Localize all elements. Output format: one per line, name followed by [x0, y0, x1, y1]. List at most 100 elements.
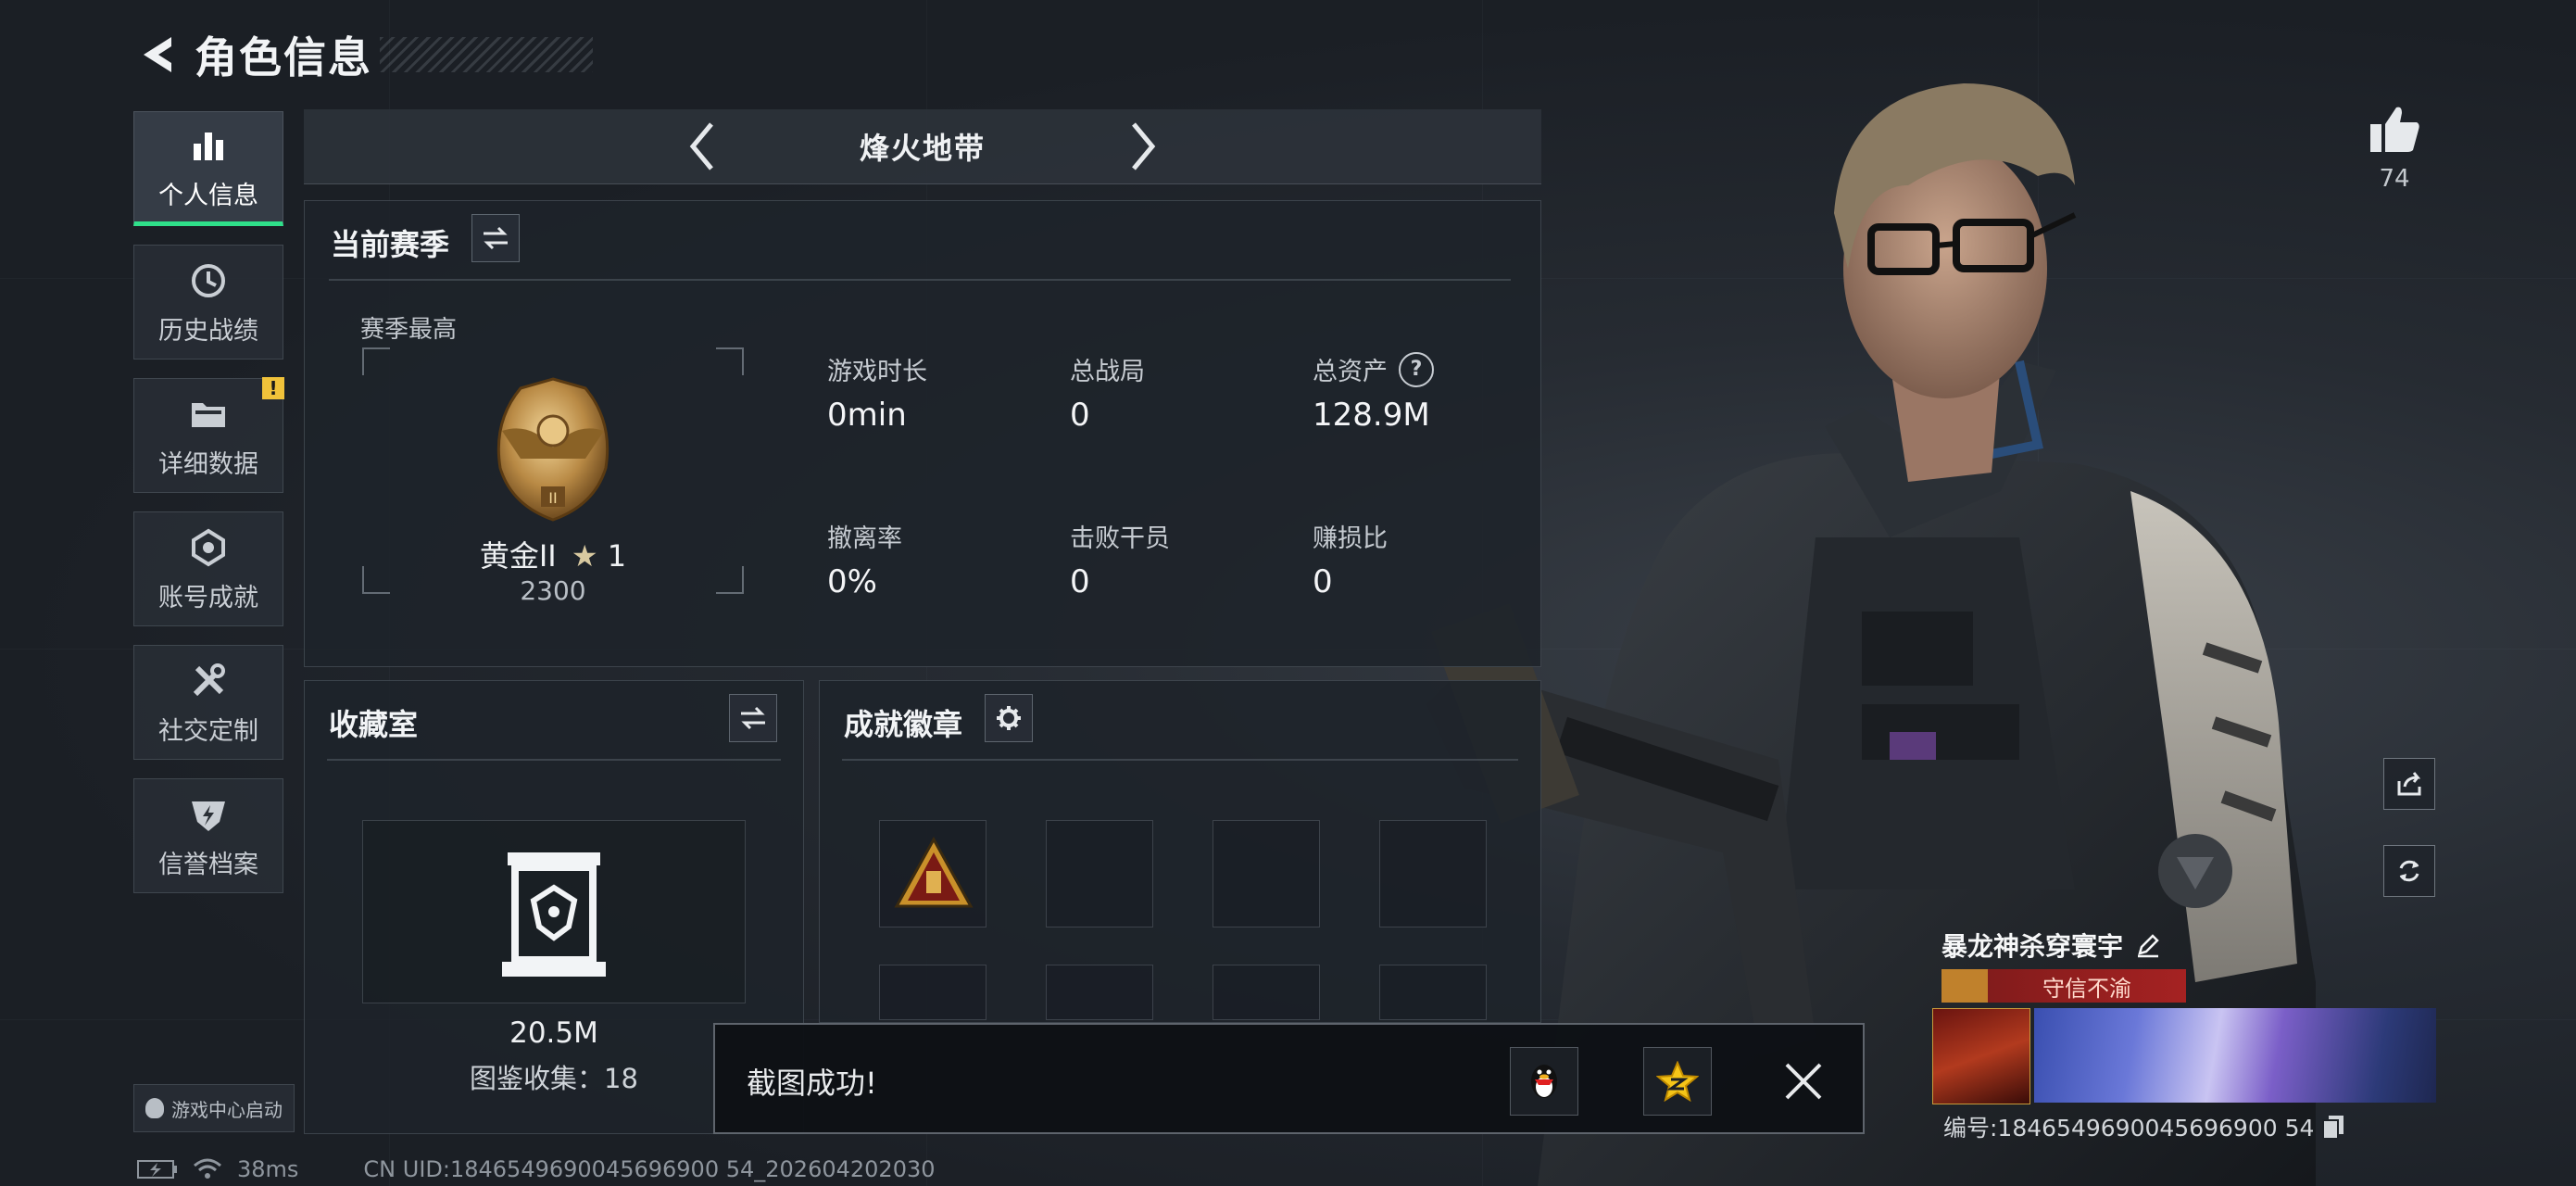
sidebar-item-label: 账号成就	[158, 583, 258, 612]
stat-label: 总战局	[1070, 358, 1145, 386]
svg-text:II: II	[548, 489, 557, 507]
share-qq-button[interactable]	[1510, 1047, 1578, 1116]
share-qzone-button[interactable]	[1643, 1047, 1712, 1116]
sidebar-item-label: 详细数据	[158, 449, 258, 479]
sidebar-item-achievements[interactable]: 账号成就	[133, 511, 283, 626]
chevron-left-icon	[689, 122, 713, 170]
qq-penguin-icon	[1531, 1065, 1557, 1098]
alert-badge: !	[262, 377, 284, 399]
badge-slot[interactable]	[879, 820, 986, 927]
stat-value: 128.9M	[1313, 397, 1430, 434]
badges-panel: 成就徽章	[819, 680, 1541, 1023]
tools-icon	[186, 659, 231, 703]
qzone-star-icon	[1656, 1061, 1699, 1102]
stat-label: 赚损比	[1313, 524, 1388, 553]
clock-history-icon	[186, 259, 231, 303]
star-icon: ★	[571, 538, 598, 574]
back-button[interactable]	[130, 27, 185, 82]
player-banner-card[interactable]	[2034, 1008, 2436, 1103]
player-title-tag[interactable]: 守信不渝	[1941, 969, 2186, 1003]
stat-value: 0%	[827, 563, 877, 600]
badge-slot[interactable]	[1046, 820, 1153, 927]
stat-total-assets: 总资产? 128.9M	[1313, 351, 1516, 434]
rank-name: 黄金II	[479, 538, 557, 574]
qq-penguin-icon	[145, 1098, 164, 1118]
rank-points: 2300	[520, 575, 586, 606]
launch-label: 游戏中心启动	[171, 1098, 283, 1121]
wifi-icon	[194, 1158, 221, 1179]
rank-name-row: 黄金II ★ 1	[362, 533, 744, 575]
gold-rank-emblem-icon: II	[496, 377, 609, 522]
player-id: 编号:1846549690045696900 54	[1943, 1115, 2315, 1142]
stat-total-matches: 总战局 0	[1070, 351, 1274, 434]
season-title: 当前赛季	[331, 227, 450, 262]
swap-arrows-icon	[741, 706, 765, 730]
thumbs-up-icon	[2370, 107, 2419, 152]
badge-slot[interactable]	[1379, 965, 1487, 1020]
mode-next-button[interactable]	[1115, 119, 1171, 174]
title-emblem-icon	[1941, 969, 1988, 1003]
mode-name: 烽火地带	[859, 131, 986, 166]
mode-selector: 烽火地带	[304, 109, 1541, 184]
toast-close-button[interactable]	[1769, 1047, 1838, 1116]
badge-slot[interactable]	[1046, 965, 1153, 1020]
badge-slot[interactable]	[1213, 965, 1320, 1020]
edit-pencil-icon[interactable]	[2134, 931, 2162, 959]
stat-label: 击败干员	[1070, 524, 1170, 553]
collection-switch-button[interactable]	[729, 694, 777, 742]
stat-label: 总资产	[1313, 358, 1388, 386]
season-divider	[329, 279, 1511, 281]
stat-value: 0	[1313, 563, 1333, 600]
gear-icon	[997, 706, 1021, 730]
collection-divider	[327, 759, 781, 761]
sidebar-item-label: 社交定制	[158, 716, 258, 746]
refresh-button[interactable]	[2383, 845, 2435, 897]
stat-operators-defeated: 击败干员 0	[1070, 518, 1274, 600]
badge-slot[interactable]	[879, 965, 986, 1020]
sidebar-item-reputation[interactable]: 信誉档案	[133, 778, 283, 893]
badges-divider	[842, 759, 1518, 761]
stat-value: 0min	[827, 397, 907, 434]
player-emblem-card[interactable]	[1932, 1008, 2030, 1104]
help-icon[interactable]: ?	[1399, 351, 1434, 387]
ping-value: 38ms	[237, 1156, 299, 1182]
season-panel: 当前赛季 赛季最高 II 黄金II ★ 1 2300 游戏时长 0min 总战局…	[304, 200, 1541, 667]
stat-play-time: 游戏时长 0min	[827, 351, 1031, 434]
mode-prev-button[interactable]	[674, 119, 730, 174]
stat-value: 0	[1070, 563, 1090, 600]
stat-extract-rate: 撤离率 0%	[827, 518, 1031, 600]
title-decoration	[380, 37, 593, 72]
sidebar-item-label: 信誉档案	[158, 850, 258, 879]
sidebar-item-details[interactable]: ! 详细数据	[133, 377, 284, 493]
like-button[interactable]: 74	[2362, 104, 2427, 193]
sidebar-item-profile[interactable]: 个人信息	[133, 111, 283, 226]
badge-slot[interactable]	[1379, 820, 1487, 927]
sidebar-item-label: 历史战绩	[158, 316, 258, 346]
badges-title: 成就徽章	[844, 707, 963, 742]
rank-frame: II 黄金II ★ 1 2300	[362, 347, 744, 606]
stat-profit-ratio: 赚损比 0	[1313, 518, 1516, 600]
stat-value: 0	[1070, 397, 1090, 434]
game-center-launch-chip[interactable]: 游戏中心启动	[133, 1084, 295, 1132]
back-arrow-icon	[144, 37, 171, 72]
like-count: 74	[2379, 165, 2410, 193]
player-name-row: 暴龙神杀穿寰宇	[1941, 927, 2162, 964]
bar-chart-icon	[186, 123, 231, 168]
copy-icon[interactable]	[2321, 1114, 2345, 1140]
badge-slot[interactable]	[1213, 820, 1320, 927]
season-switch-button[interactable]	[471, 214, 520, 262]
chevron-right-icon	[1132, 122, 1156, 170]
collection-showcase[interactable]	[362, 820, 746, 1003]
collection-title: 收藏室	[329, 707, 419, 742]
folder-icon	[186, 392, 231, 436]
swap-arrows-icon	[484, 226, 508, 250]
badges-settings-button[interactable]	[985, 694, 1033, 742]
share-button[interactable]	[2383, 758, 2435, 810]
sidebar-item-history[interactable]: 历史战绩	[133, 245, 283, 360]
battery-charging-icon	[137, 1160, 177, 1179]
sidebar-item-social[interactable]: 社交定制	[133, 645, 283, 760]
player-title-text: 守信不渝	[2042, 975, 2131, 1002]
player-id-row: 编号:1846549690045696900 54	[1943, 1110, 2345, 1143]
share-icon	[2397, 772, 2421, 796]
stat-label: 撤离率	[827, 524, 902, 553]
